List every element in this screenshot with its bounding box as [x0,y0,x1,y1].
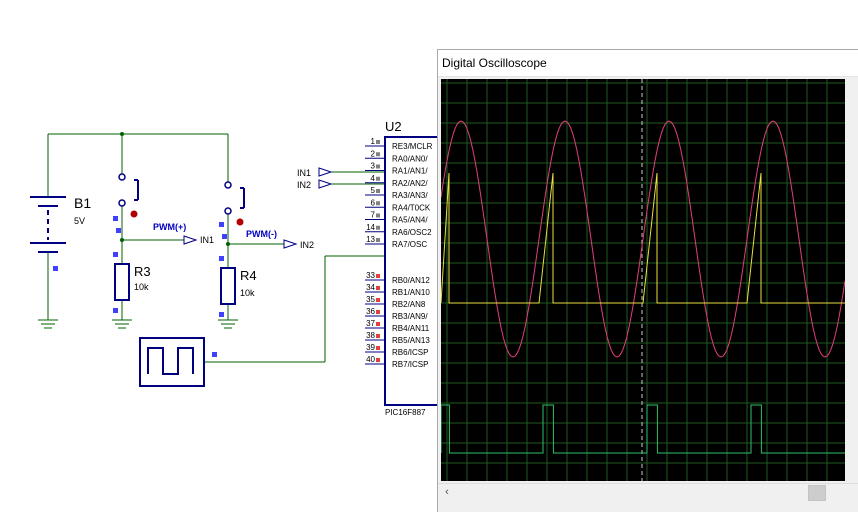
resistor-r3[interactable]: R3 10k [113,252,151,313]
push-button-pwm-plus[interactable] [113,173,139,233]
mcu-pins-port-a: 1 RE3/MCLR 2 RA0/AN0/3 RA1/AN1/4 RA2/AN2/5 RA3… [365,137,433,249]
svg-text:IN1: IN1 [200,235,214,245]
pin-number: 5 [371,186,376,195]
pin-number: 34 [366,283,375,292]
horizontal-scrollbar[interactable]: ‹ [438,483,858,501]
net-label-pwm-plus: PWM(+) [153,222,186,232]
oscilloscope-window[interactable]: Digital Oscilloscope ‹ [437,49,858,512]
pin-name: RB5/AN13 [392,336,430,345]
trace-square [441,404,845,454]
mcu-part: PIC16F887 [385,408,426,417]
pin-name: RB3/AN9/ [392,312,428,321]
pin-number: 6 [371,198,376,207]
chevron-left-icon[interactable]: ‹ [440,485,454,500]
resistor-r4[interactable]: R4 10k [219,256,257,317]
oscilloscope-display [441,79,845,481]
mcu-u2[interactable]: U2 1 RE3/MCLR 2 RA0/AN0/3 RA1/AN1/4 RA2/AN2/5… [365,119,446,417]
pin-number: 40 [366,355,375,364]
scrollbar-thumb[interactable] [808,485,826,501]
pin-name: RA3/AN3/ [392,191,428,200]
oscilloscope-title: Digital Oscilloscope [442,56,547,70]
net-label-pwm-minus: PWM(-) [246,229,277,239]
battery-value: 5V [74,216,85,226]
pin-name: RA2/AN2/ [392,179,428,188]
pin-name: RA6/OSC2 [392,228,432,237]
scope-grid [441,79,845,481]
pin-name: RB4/AN11 [392,324,430,333]
pin-number: 38 [366,331,375,340]
oscilloscope-screen[interactable] [441,79,845,481]
svg-text:IN2: IN2 [297,180,311,190]
pin-number: 3 [371,162,376,171]
pin-number: 1 [371,137,376,146]
battery-ref: B1 [74,195,91,211]
pin-number: 2 [371,149,376,158]
pin-number: 39 [366,343,375,352]
pin-number: 4 [371,174,376,183]
pin-name: RA0/AN0/ [392,154,428,163]
terminal-in1-out[interactable]: IN1 [183,235,214,245]
push-button-pwm-minus[interactable] [219,181,245,239]
pin-number: 14 [366,223,375,232]
pin-name: RB7/ICSP [392,360,428,369]
pin-name: RA4/T0CK [392,203,431,212]
svg-text:IN1: IN1 [297,168,311,178]
pin-name: RE3/MCLR [392,142,433,151]
pin-number: 35 [366,295,375,304]
pin-name: RA7/OSC [392,240,427,249]
svg-text:IN2: IN2 [300,240,314,250]
pin-number: 36 [366,307,375,316]
mcu-ref: U2 [385,119,402,134]
r3-ref: R3 [134,264,151,279]
pin-number: 13 [366,235,375,244]
pin-number: 33 [366,271,375,280]
pin-name: RA5/AN4/ [392,216,428,225]
pin-name: RB1/AN10 [392,288,430,297]
terminal-in2-in[interactable]: IN2 [297,179,333,190]
r3-value: 10k [134,282,149,292]
terminal-in2-out[interactable]: IN2 [283,239,314,250]
pin-name: RB0/AN12 [392,276,430,285]
pin-name: RB2/AN8 [392,300,426,309]
pin-number: 37 [366,319,375,328]
trace-sine [441,120,845,358]
pin-number: 7 [371,211,376,220]
battery-b1[interactable]: B1 5V [30,195,91,271]
pin-name: RA1/AN1/ [392,167,428,176]
r4-value: 10k [240,288,255,298]
r4-ref: R4 [240,268,257,283]
terminal-in1-in[interactable]: IN1 [297,167,333,178]
oscilloscope-titlebar[interactable]: Digital Oscilloscope [438,50,858,77]
pin-name: RB6/ICSP [392,348,428,357]
ground-symbols [38,319,238,329]
